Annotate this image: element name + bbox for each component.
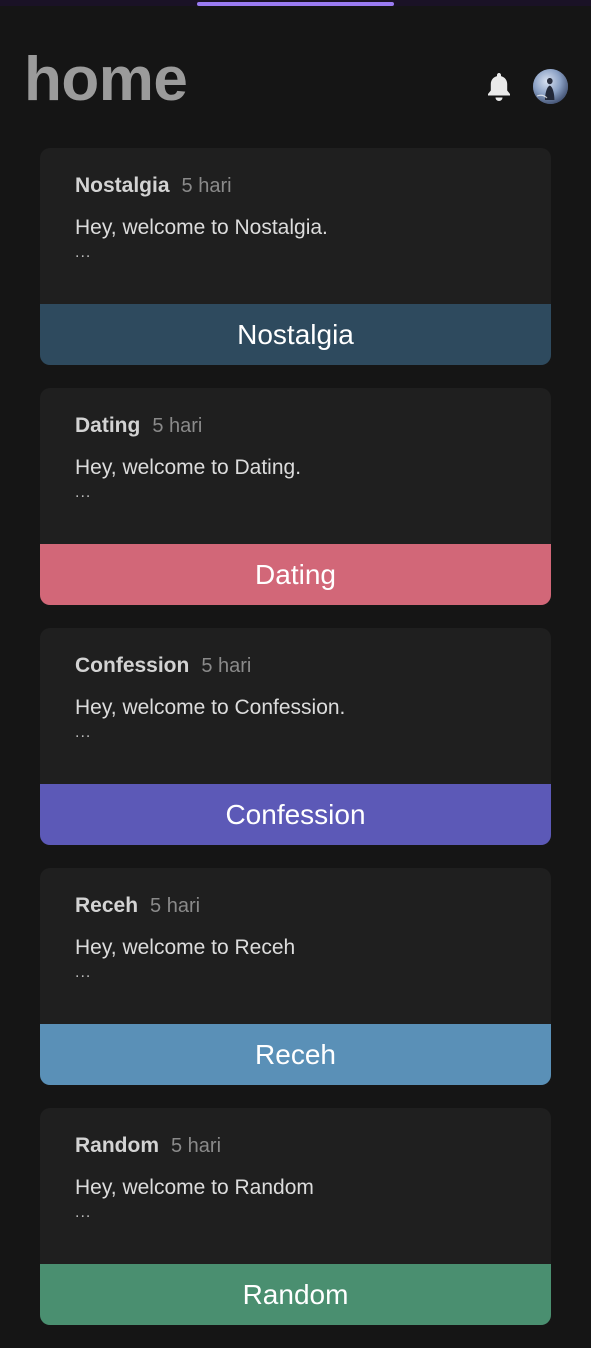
header: home [0,0,591,140]
post-body: Hey, welcome to Random [75,1176,314,1199]
page-title: home [24,45,188,114]
category-button[interactable]: Receh [40,1024,551,1085]
post-card[interactable]: Dating 5 hari Hey, welcome to Dating. ..… [40,388,551,605]
post-more: ... [75,244,92,261]
category-button[interactable]: Dating [40,544,551,605]
post-body: Hey, welcome to Nostalgia. [75,216,328,239]
post-body: Hey, welcome to Confession. [75,696,346,719]
bell-icon-svg [488,73,510,101]
post-header: Confession 5 hari [75,654,251,682]
post-body: Hey, welcome to Receh [75,936,296,959]
post-header: Nostalgia 5 hari [75,174,232,202]
post-more: ... [75,1204,92,1221]
post-card[interactable]: Confession 5 hari Hey, welcome to Confes… [40,628,551,845]
post-header: Random 5 hari [75,1134,221,1162]
post-more: ... [75,724,92,741]
category-button[interactable]: Confession [40,784,551,845]
post-time: 5 hari [201,655,252,677]
post-card[interactable]: Random 5 hari Hey, welcome to Random ...… [40,1108,551,1325]
post-card[interactable]: Receh 5 hari Hey, welcome to Receh ... R… [40,868,551,1085]
category-button[interactable]: Random [40,1264,551,1325]
post-body: Hey, welcome to Dating. [75,456,302,479]
post-author[interactable]: Nostalgia [75,174,170,198]
avatar-image [533,69,568,104]
post-feed: Nostalgia 5 hari Hey, welcome to Nostalg… [40,148,551,1348]
post-author[interactable]: Receh [75,894,138,918]
category-button[interactable]: Nostalgia [40,304,551,365]
post-author[interactable]: Confession [75,654,189,678]
post-header: Receh 5 hari [75,894,200,922]
post-more: ... [75,484,92,501]
post-author[interactable]: Random [75,1134,159,1158]
avatar[interactable] [533,69,568,104]
post-more: ... [75,964,92,981]
post-author[interactable]: Dating [75,414,140,438]
post-time: 5 hari [150,895,201,917]
bell-icon[interactable] [485,70,513,104]
post-time: 5 hari [181,175,232,197]
post-time: 5 hari [171,1135,222,1157]
post-card[interactable]: Nostalgia 5 hari Hey, welcome to Nostalg… [40,148,551,365]
post-time: 5 hari [152,415,203,437]
post-header: Dating 5 hari [75,414,202,442]
